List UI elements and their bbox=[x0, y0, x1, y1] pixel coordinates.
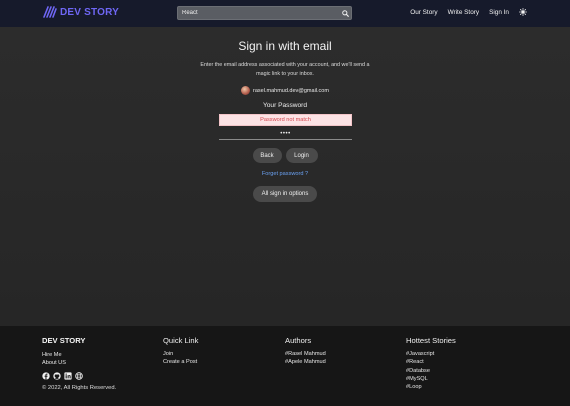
footer: DEV STORY Hire Me About US © 2022, All R… bbox=[0, 326, 570, 406]
brand-logo-link[interactable]: DEV STORY bbox=[43, 6, 119, 18]
avatar bbox=[241, 86, 251, 95]
user-email: rasel.mahmud.dev@gmail.com bbox=[253, 87, 329, 94]
brand-name: DEV STORY bbox=[60, 6, 120, 18]
signin-section: Sign in with email Enter the email addre… bbox=[0, 27, 570, 326]
footer-authors-column: Authors #Rasel Mahmud #Apele Mahmud bbox=[285, 336, 326, 367]
logo-icon bbox=[43, 6, 57, 18]
footer-link-about-us[interactable]: About US bbox=[42, 359, 116, 367]
footer-brand: DEV STORY bbox=[42, 336, 86, 345]
search-bar bbox=[177, 6, 352, 20]
password-label: Your Password bbox=[262, 102, 308, 109]
navbar: DEV STORY Our Story Write Story Sign In bbox=[0, 0, 570, 27]
nav-our-story[interactable]: Our Story bbox=[410, 9, 437, 16]
tag-link[interactable]: #Loop bbox=[406, 383, 456, 391]
social-icons bbox=[42, 371, 116, 380]
footer-brand-column: DEV STORY Hire Me About US © 2022, All R… bbox=[42, 336, 116, 391]
search-input[interactable] bbox=[178, 7, 339, 19]
authors-heading: Authors bbox=[285, 336, 312, 345]
theme-toggle-icon[interactable] bbox=[519, 8, 527, 16]
search-button[interactable] bbox=[339, 7, 351, 19]
linkedin-icon[interactable] bbox=[64, 371, 72, 380]
back-button[interactable]: Back bbox=[252, 148, 282, 163]
facebook-icon[interactable] bbox=[42, 371, 50, 380]
user-info: rasel.mahmud.dev@gmail.com bbox=[0, 86, 570, 95]
nav-write-story[interactable]: Write Story bbox=[448, 9, 480, 16]
page-title: Sign in with email bbox=[238, 39, 332, 53]
globe-icon[interactable] bbox=[75, 371, 83, 380]
all-signin-options-button[interactable]: All sign in options bbox=[253, 186, 317, 202]
signin-description: Enter the email address associated with … bbox=[200, 62, 370, 77]
password-field[interactable] bbox=[219, 129, 352, 140]
tag-link[interactable]: #MySQL bbox=[406, 375, 456, 383]
error-message: Password not match bbox=[219, 114, 352, 126]
author-link[interactable]: #Apele Mahmud bbox=[285, 358, 326, 366]
login-button[interactable]: Login bbox=[285, 148, 318, 163]
nav-links: Our Story Write Story Sign In bbox=[410, 8, 527, 16]
quick-link-heading: Quick Link bbox=[163, 336, 199, 345]
footer-link-join[interactable]: Join bbox=[163, 350, 198, 358]
tag-link[interactable]: #Javascript bbox=[406, 350, 456, 358]
hottest-stories-heading: Hottest Stories bbox=[406, 336, 456, 345]
tag-link[interactable]: #Databse bbox=[406, 367, 456, 375]
search-icon bbox=[341, 9, 349, 17]
author-link[interactable]: #Rasel Mahmud bbox=[285, 350, 326, 358]
nav-sign-in[interactable]: Sign In bbox=[489, 9, 509, 16]
copyright: © 2022, All Rights Reserved. bbox=[42, 384, 117, 391]
forgot-password-link[interactable]: Forget password ? bbox=[0, 171, 570, 177]
github-icon[interactable] bbox=[53, 371, 61, 380]
action-buttons: Back Login bbox=[0, 148, 570, 163]
footer-hottest-column: Hottest Stories #Javascript #React #Data… bbox=[406, 336, 456, 391]
footer-quick-link-column: Quick Link Join Create a Post bbox=[163, 336, 198, 367]
tag-link[interactable]: #React bbox=[406, 358, 456, 366]
footer-link-hire-me[interactable]: Hire Me bbox=[42, 351, 116, 359]
footer-link-create-post[interactable]: Create a Post bbox=[163, 358, 198, 366]
